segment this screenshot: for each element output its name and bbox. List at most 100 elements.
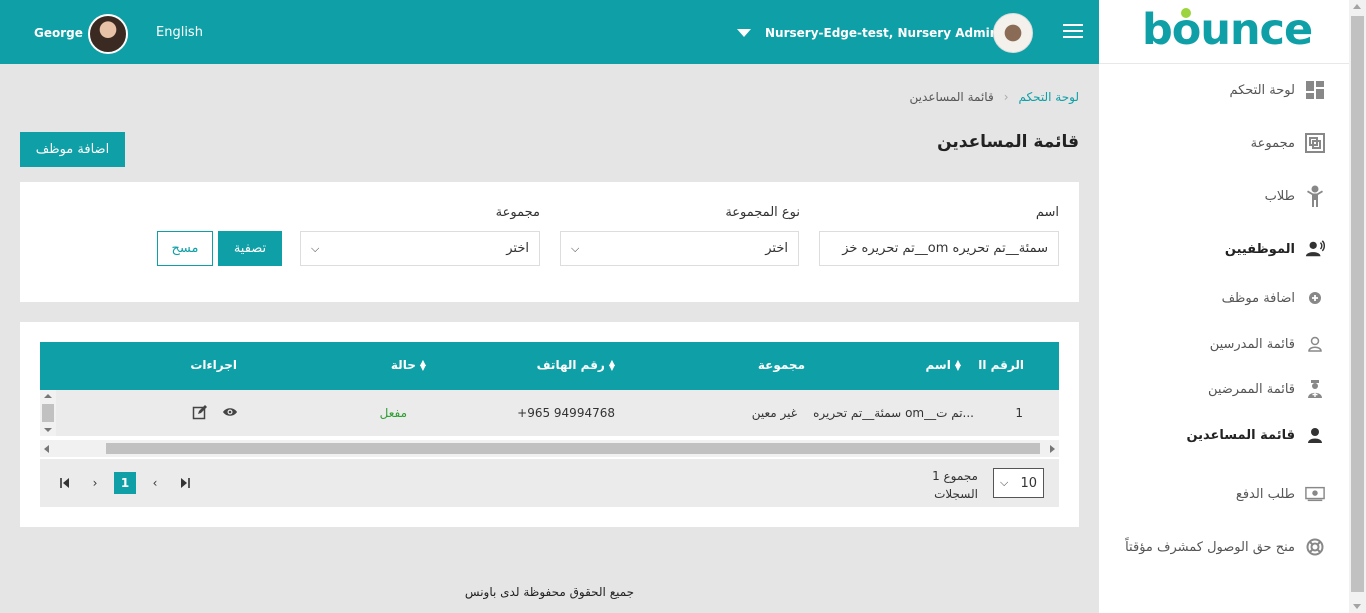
page-scrollbar[interactable] <box>1349 0 1366 613</box>
staff-icon <box>1305 239 1325 259</box>
column-header-name[interactable]: اسم ▲ ▼ <box>926 358 961 372</box>
view-eye-icon[interactable] <box>222 404 238 420</box>
add-circle-icon <box>1305 288 1325 308</box>
sidebar-item-payment[interactable]: طلب الدفع <box>1236 484 1325 504</box>
sidebar-item-nurses[interactable]: قائمة الممرضين <box>1208 379 1325 399</box>
cell-number: 1 <box>1015 406 1023 420</box>
column-header-label: مجموعة <box>757 358 805 372</box>
group-type-selected-value: اختر <box>765 241 788 256</box>
footer-copyright: جميع الحقوق محفوظة لدى باونس <box>464 585 635 599</box>
scrollbar-thumb[interactable] <box>42 404 54 422</box>
nurse-icon <box>1305 379 1325 399</box>
breadcrumb: لوحة التحكم ‹ قائمة المساعدين <box>910 90 1079 104</box>
column-header-number[interactable]: الرقم اا <box>978 358 1024 372</box>
org-logo <box>993 13 1033 53</box>
scrollbar-thumb[interactable] <box>1351 16 1364 592</box>
column-header-label: حالة <box>390 358 416 372</box>
column-header-group[interactable]: مجموعة <box>758 358 805 372</box>
sidebar-item-students[interactable]: طلاب <box>1264 185 1325 207</box>
sidebar-item-label: طلاب <box>1264 188 1295 204</box>
scroll-up-arrow-icon[interactable] <box>44 394 52 398</box>
filter-button[interactable]: تصفية <box>218 231 282 266</box>
page-title: قائمة المساعدين <box>937 132 1079 152</box>
per-page-select[interactable]: ⌵ 10 <box>993 468 1044 498</box>
assistant-icon <box>1305 425 1325 445</box>
sidebar-item-label: منح حق الوصول كمشرف مؤقتاً <box>1125 539 1295 555</box>
add-staff-button[interactable]: اضافة موظف <box>20 132 125 167</box>
table-horizontal-scrollbar[interactable] <box>40 440 1059 457</box>
column-header-label: الرقم اا <box>978 358 1024 372</box>
records-label: السجلات <box>934 487 978 501</box>
sidebar-item-assistants[interactable]: قائمة المساعدين <box>1186 425 1325 445</box>
chevron-down-icon: ⌵ <box>571 241 580 255</box>
user-name[interactable]: George <box>34 26 83 40</box>
sidebar-item-label: قائمة الممرضين <box>1207 381 1295 397</box>
sidebar-item-label: طلب الدفع <box>1235 486 1295 502</box>
sort-icon: ▲ ▼ <box>608 358 615 372</box>
sidebar-item-add-staff[interactable]: اضافة موظف <box>1222 288 1325 308</box>
cell-name: سمئة__تم تحريره om__تم ت... <box>813 406 974 420</box>
next-page-icon[interactable]: › <box>84 472 106 494</box>
column-header-label: رقم الهاتف <box>536 358 605 372</box>
payment-icon <box>1305 484 1325 504</box>
user-avatar[interactable] <box>88 14 128 54</box>
group-selected-value: اختر <box>506 241 529 256</box>
sort-icon: ▲ ▼ <box>419 358 426 372</box>
column-header-status[interactable]: حالة ▲ ▼ <box>391 358 426 372</box>
scroll-up-arrow-icon[interactable] <box>1353 4 1361 9</box>
table-row[interactable]: 1 سمئة__تم تحريره om__تم ت... غير معين +… <box>40 390 1059 436</box>
sidebar-item-label: قائمة المساعدين <box>1186 427 1295 443</box>
row-scrollbar[interactable] <box>40 390 56 436</box>
column-header-label: اجراءات <box>190 358 237 372</box>
clear-button[interactable]: مسح <box>157 231 213 266</box>
org-dropdown-caret-icon[interactable] <box>737 29 751 37</box>
hamburger-menu-icon[interactable] <box>1063 24 1083 40</box>
scroll-down-arrow-icon[interactable] <box>44 428 52 432</box>
current-page-button[interactable]: 1 <box>114 472 136 494</box>
top-bar: George English Nursery-Edge-test, Nurser… <box>0 0 1099 64</box>
chevron-left-icon: ‹ <box>1003 90 1009 104</box>
edit-icon[interactable] <box>192 404 208 420</box>
sidebar: bounce لوحة التحكم مجموعة طلاب الموظفيين… <box>1099 0 1349 613</box>
breadcrumb-home[interactable]: لوحة التحكم <box>1019 90 1080 104</box>
sidebar-item-label: مجموعة <box>1250 135 1295 151</box>
sidebar-item-group[interactable]: مجموعة <box>1251 133 1325 153</box>
sidebar-item-label: لوحة التحكم <box>1229 82 1295 98</box>
group-type-select[interactable]: اختر ⌵ <box>560 231 799 266</box>
column-header-actions: اجراءات <box>190 358 237 372</box>
table-header: الرقم اا اسم ▲ ▼ مجموعة رقم الهاتف ▲ ▼ حال… <box>40 342 1059 390</box>
chevron-down-icon: ⌵ <box>311 241 320 255</box>
per-page-value: 10 <box>1020 475 1037 491</box>
name-filter-label: اسم <box>1035 205 1059 220</box>
scroll-left-arrow-icon[interactable] <box>44 445 49 453</box>
sidebar-item-label: الموظفيين <box>1224 241 1295 257</box>
brand-logo[interactable]: bounce <box>1099 0 1349 64</box>
sidebar-item-staff[interactable]: الموظفيين <box>1225 239 1325 259</box>
first-page-icon[interactable] <box>54 472 76 494</box>
breadcrumb-current: قائمة المساعدين <box>909 90 994 104</box>
scroll-down-arrow-icon[interactable] <box>1353 604 1361 609</box>
column-header-phone[interactable]: رقم الهاتف ▲ ▼ <box>537 358 615 372</box>
language-switcher[interactable]: English <box>156 25 203 40</box>
chevron-down-icon: ⌵ <box>1000 476 1009 489</box>
cell-group: غير معين <box>751 406 797 420</box>
sidebar-item-temp-admin[interactable]: منح حق الوصول كمشرف مؤقتاً <box>1125 537 1325 557</box>
records-count: 1 مجموع السجلات <box>920 467 978 503</box>
records-total: 1 مجموع <box>932 469 978 483</box>
sidebar-item-dashboard[interactable]: لوحة التحكم <box>1229 80 1325 100</box>
table-footer: › 1 ‹ 1 مجموع السجلات ⌵ 10 <box>40 459 1059 507</box>
scrollbar-thumb[interactable] <box>106 443 1040 454</box>
sidebar-item-teachers[interactable]: قائمة المدرسين <box>1210 334 1325 354</box>
sort-icon: ▲ ▼ <box>954 358 961 372</box>
student-icon <box>1305 185 1325 207</box>
last-page-icon[interactable] <box>174 472 196 494</box>
prev-page-icon[interactable]: ‹ <box>144 472 166 494</box>
org-label[interactable]: Nursery-Edge-test, Nursery Admin <box>765 26 998 40</box>
table-panel: الرقم اا اسم ▲ ▼ مجموعة رقم الهاتف ▲ ▼ حال… <box>20 322 1079 527</box>
sidebar-item-label: اضافة موظف <box>1221 290 1295 306</box>
group-select[interactable]: اختر ⌵ <box>300 231 540 266</box>
cell-phone: +965 94994768 <box>517 406 615 420</box>
scroll-right-arrow-icon[interactable] <box>1050 445 1055 453</box>
name-filter-input[interactable]: سمئة__تم تحريره om__تم تحريره خز <box>819 231 1059 266</box>
teacher-icon <box>1305 334 1325 354</box>
